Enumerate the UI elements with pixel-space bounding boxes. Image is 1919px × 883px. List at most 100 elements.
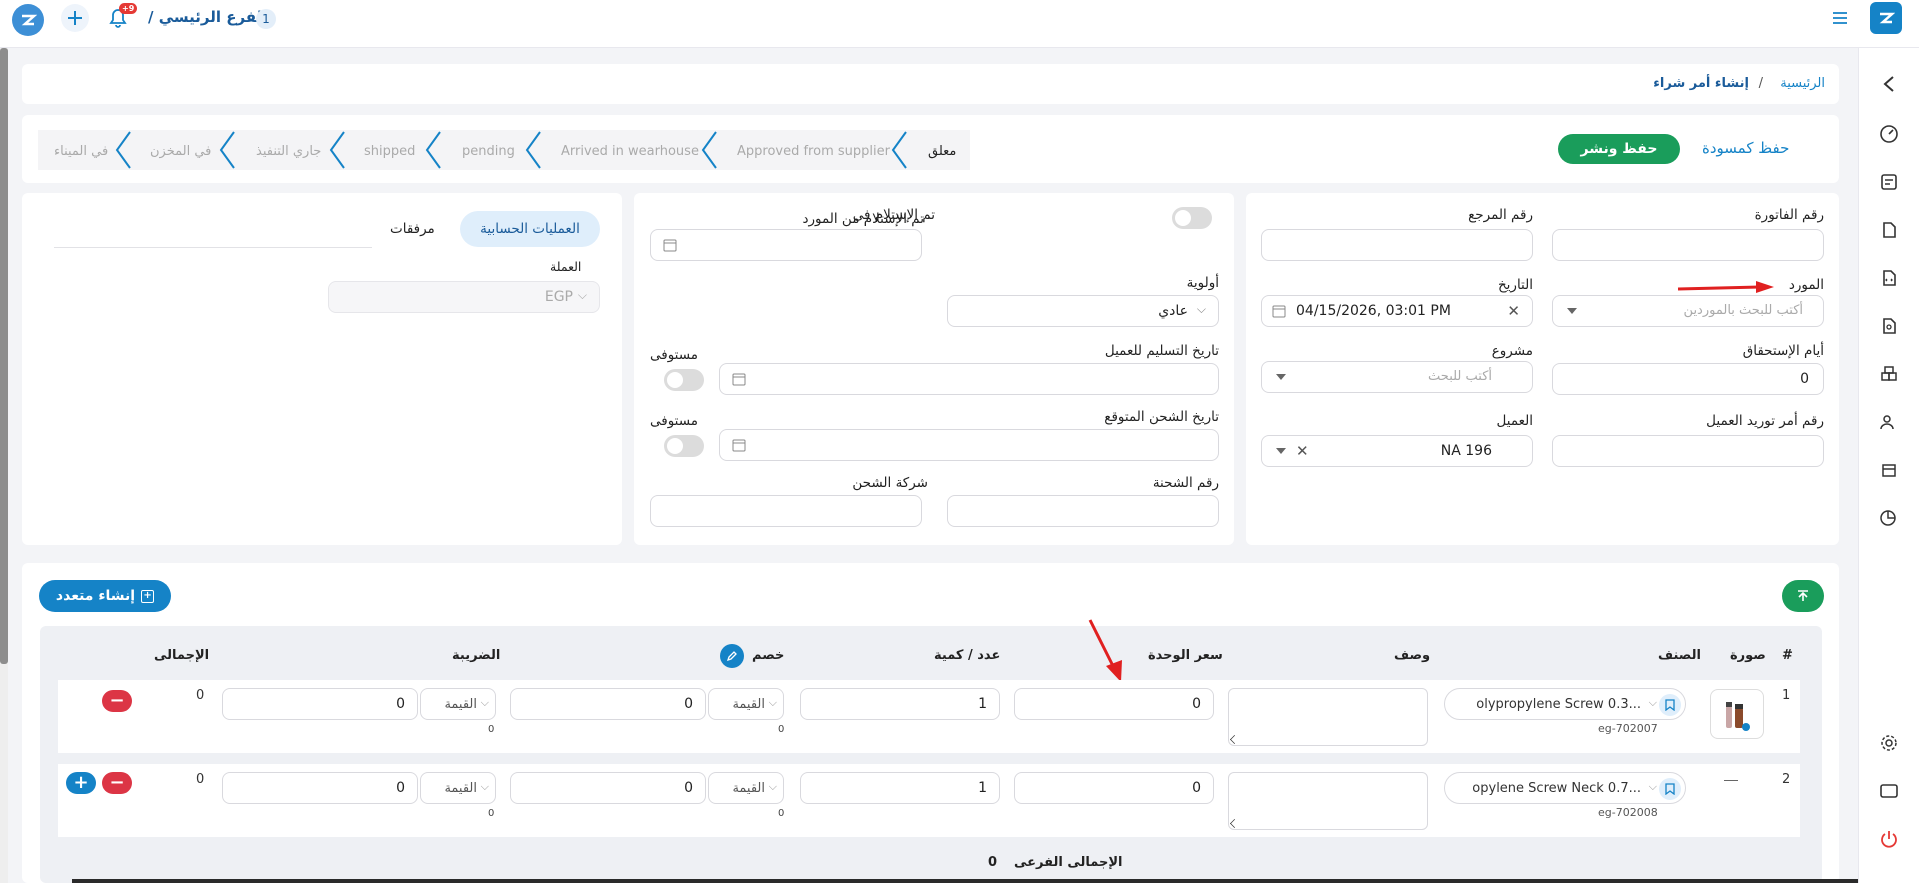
breadcrumb-home-link[interactable]: الرئيسية <box>1780 76 1825 91</box>
app-logo-icon[interactable] <box>12 4 44 36</box>
calendar-icon <box>663 239 677 252</box>
unit-price-value: 0 <box>1192 696 1201 712</box>
discount-type-select[interactable]: القيمة ⌵ <box>708 772 784 804</box>
scrollbar-track[interactable] <box>0 48 8 883</box>
branch-title[interactable]: الفرع الرئيسي / <box>148 8 267 26</box>
currency-select[interactable]: EGP ⌵ <box>328 281 600 313</box>
remove-row-button[interactable]: − <box>102 772 132 794</box>
clear-date-icon[interactable]: ✕ <box>1507 302 1520 320</box>
status-step-approved[interactable]: Approved from supplier <box>737 144 890 159</box>
tax-type-select[interactable]: القيمة ⌵ <box>420 772 496 804</box>
qty-value: 1 <box>978 780 987 796</box>
invoices-icon[interactable] <box>1877 170 1901 194</box>
fulfilled-toggle-1[interactable] <box>664 369 704 391</box>
settings-gear-icon[interactable] <box>1877 731 1901 755</box>
date-input[interactable]: 04/15/2026, 03:01 PM ✕ <box>1261 295 1533 327</box>
clear-client-icon[interactable]: ✕ <box>1296 442 1309 460</box>
unit-price-input[interactable]: 0 <box>1014 688 1214 720</box>
scrollbar-thumb[interactable] <box>0 48 8 664</box>
qty-input[interactable]: 1 <box>800 688 1000 720</box>
status-step-arrived[interactable]: Arrived in wearhouse <box>561 144 699 159</box>
tax-input[interactable]: 0 <box>222 688 418 720</box>
product-image-thumbnail[interactable] <box>1710 689 1764 739</box>
qty-input[interactable]: 1 <box>800 772 1000 804</box>
tax-value: 0 <box>396 780 405 796</box>
priority-select[interactable]: عادي ⌵ <box>947 295 1219 327</box>
invoice-number-input[interactable] <box>1552 229 1824 261</box>
expected-ship-date-input[interactable] <box>719 429 1219 461</box>
currency-label: العملة <box>550 259 582 274</box>
status-step-pending[interactable]: pending <box>462 144 515 159</box>
menu-hamburger-icon[interactable] <box>1831 10 1849 26</box>
add-row-button[interactable]: + <box>66 772 96 794</box>
status-step-in-progress[interactable]: جاري التنفيذ <box>256 144 321 159</box>
client-po-input[interactable] <box>1552 435 1824 467</box>
project-select[interactable]: أكتب للبحث <box>1261 361 1533 393</box>
logout-power-icon[interactable] <box>1877 827 1901 851</box>
reference-number-input[interactable] <box>1261 229 1533 261</box>
items-table <box>40 626 1822 883</box>
unit-price-input[interactable]: 0 <box>1014 772 1214 804</box>
col-image: صورة <box>1730 648 1766 663</box>
breadcrumb-separator: / <box>1758 76 1763 91</box>
description-textarea[interactable] <box>1228 772 1428 830</box>
supplier-select[interactable]: أكتب للبحث بالموردين <box>1552 295 1824 327</box>
breadcrumb-current: إنشاء أمر شراء <box>1653 76 1749 91</box>
remove-row-button[interactable]: − <box>102 690 132 712</box>
collapse-chevron-icon[interactable] <box>1877 72 1901 96</box>
packages-icon[interactable] <box>1877 458 1901 482</box>
bookmark-icon[interactable] <box>1659 778 1681 800</box>
status-step-pending-current[interactable]: معلق <box>928 144 956 159</box>
chevron-down-icon: ⌵ <box>768 780 777 793</box>
brand-logo-icon[interactable] <box>1870 2 1902 34</box>
resize-handle-icon[interactable] <box>1230 735 1239 744</box>
shipping-card: تم الإستلام من المورد تم الإستلام فى أول… <box>634 193 1234 545</box>
received-from-supplier-toggle[interactable] <box>1172 207 1212 229</box>
users-icon[interactable] <box>1877 410 1901 434</box>
delivery-date-input[interactable] <box>719 363 1219 395</box>
shipment-number-input[interactable] <box>947 495 1219 527</box>
bookmark-icon[interactable] <box>1659 694 1681 716</box>
discount-input[interactable]: 0 <box>510 688 706 720</box>
inventory-boxes-icon[interactable] <box>1877 362 1901 386</box>
discount-subvalue: 0 <box>778 724 785 735</box>
file-code-icon[interactable] <box>1877 266 1901 290</box>
dashboard-gauge-icon[interactable] <box>1877 122 1901 146</box>
file-user-icon[interactable] <box>1877 314 1901 338</box>
fullscreen-icon[interactable] <box>1877 779 1901 803</box>
discount-value: 0 <box>684 696 693 712</box>
item-select[interactable]: olypropylene Screw 0.3... ⌵ <box>1444 688 1686 720</box>
item-select[interactable]: opylene Screw Neck 0.7... ⌵ <box>1444 772 1686 804</box>
description-textarea[interactable] <box>1228 688 1428 746</box>
status-step-shipped[interactable]: shipped <box>364 144 415 159</box>
fulfilled-toggle-2[interactable] <box>664 435 704 457</box>
status-step-warehouse[interactable]: في المخزن <box>150 144 211 159</box>
notifications-bell-icon[interactable]: +9 <box>108 3 138 30</box>
discount-input[interactable]: 0 <box>510 772 706 804</box>
tax-input[interactable]: 0 <box>222 772 418 804</box>
reports-chart-icon[interactable] <box>1877 506 1901 530</box>
save-draft-button[interactable]: حفظ كمسودة <box>1702 139 1789 157</box>
client-select[interactable]: NA 196 ✕ <box>1261 435 1533 467</box>
documents-icon[interactable] <box>1877 218 1901 242</box>
received-on-date-input[interactable] <box>650 229 922 261</box>
shipping-company-input[interactable] <box>650 495 922 527</box>
resize-handle-icon[interactable] <box>1230 819 1239 828</box>
status-step-port[interactable]: في الميناء <box>54 144 108 159</box>
save-publish-button[interactable]: حفظ ونشر <box>1558 134 1680 164</box>
discount-type-select[interactable]: القيمة ⌵ <box>708 688 784 720</box>
bottom-scrollbar[interactable] <box>72 879 1858 883</box>
edit-discount-pen-icon[interactable] <box>720 644 744 668</box>
tax-type-select[interactable]: القيمة ⌵ <box>420 688 496 720</box>
bulk-create-button[interactable]: + إنشاء متعدد <box>39 580 171 612</box>
due-days-input[interactable]: 0 <box>1552 363 1824 395</box>
col-item: الصنف <box>1658 648 1701 663</box>
invoice-number-label: رقم الفاتورة <box>1754 207 1824 223</box>
tab-attachments[interactable]: مرفقات <box>390 221 435 237</box>
add-button[interactable] <box>61 4 89 32</box>
chevron-down-icon <box>1276 448 1286 454</box>
scroll-top-button[interactable] <box>1782 580 1824 612</box>
reference-number-label: رقم المرجع <box>1468 207 1533 223</box>
side-panel: العمليات الحسابية مرفقات العملة EGP ⌵ <box>22 193 622 545</box>
tab-accounting[interactable]: العمليات الحسابية <box>460 211 600 247</box>
